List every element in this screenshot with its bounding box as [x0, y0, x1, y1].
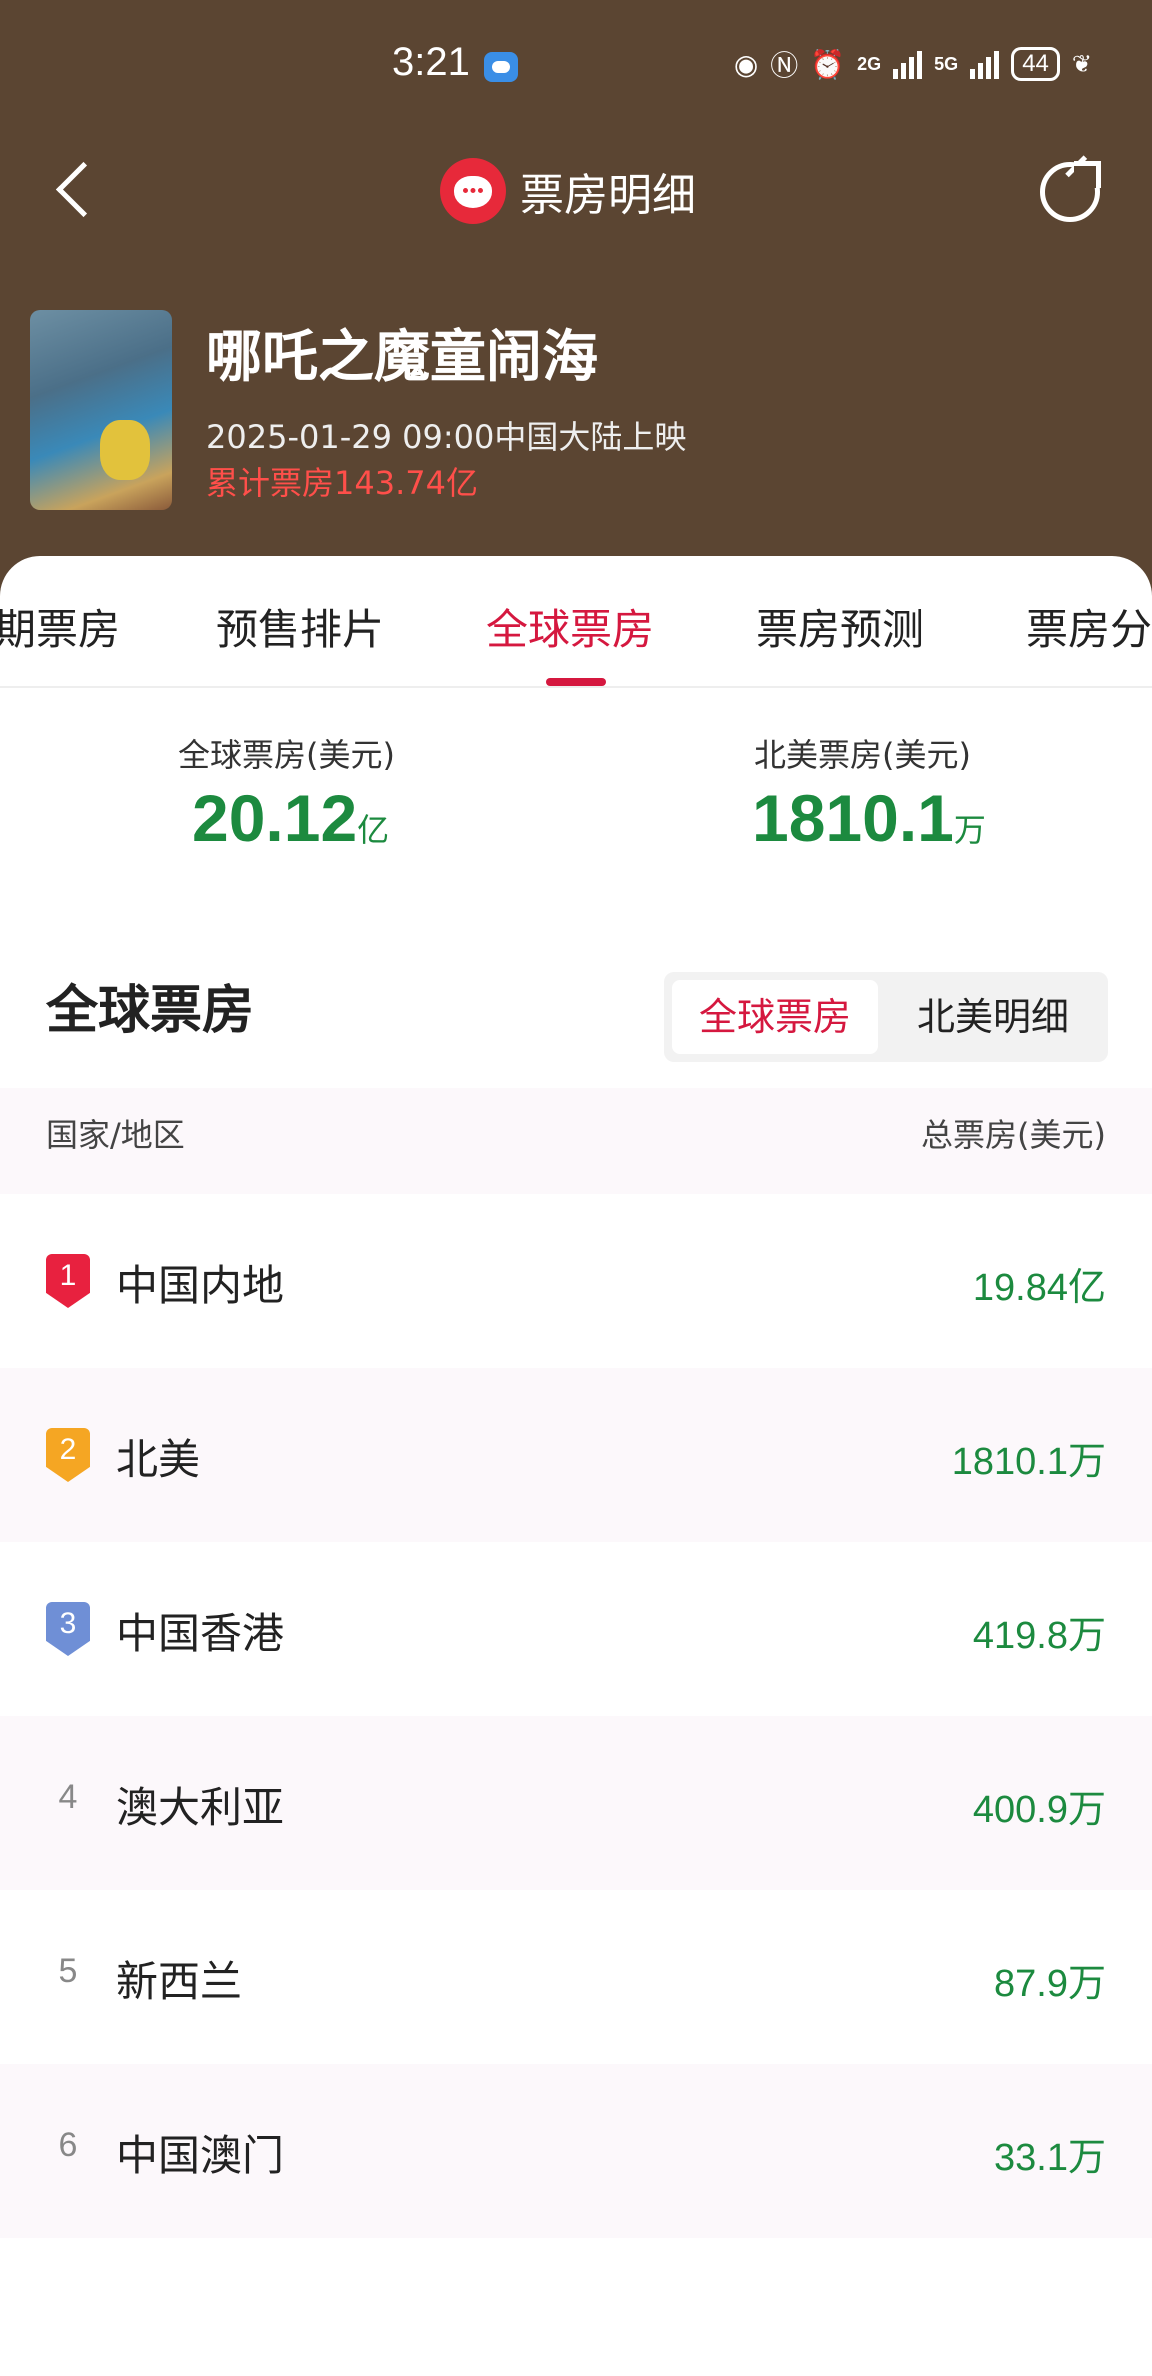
global-value-unit: 亿: [357, 812, 390, 848]
status-bar: 3:21 ◉ Ⓝ ⏰ 2G 5G 44 ❦: [0, 0, 1152, 130]
global-box-office-value: 20.12亿: [192, 780, 389, 856]
column-header-region: 国家/地区: [46, 1116, 185, 1154]
na-value-number: 1810.1: [752, 781, 954, 855]
status-time: 3:21: [392, 40, 470, 84]
signal-2g-label: 2G: [857, 54, 882, 74]
toggle-north-america-detail[interactable]: 北美明细: [886, 980, 1100, 1054]
country-name: 澳大利亚: [116, 1783, 285, 1832]
column-header-total: 总票房(美元): [921, 1116, 1106, 1154]
country-name: 中国澳门: [116, 2131, 285, 2180]
nfc-icon: Ⓝ: [770, 49, 799, 82]
country-name: 中国香港: [116, 1609, 285, 1658]
eye-icon: ◉: [733, 47, 759, 81]
tab-global-box-office[interactable]: 全球票房: [486, 596, 654, 657]
na-value-unit: 万: [953, 812, 986, 848]
table-row[interactable]: 3 中国香港 419.8万: [0, 1542, 1152, 1716]
nav-title-group: 票房明细: [440, 156, 696, 226]
view-toggle: 全球票房 北美明细: [664, 972, 1108, 1062]
rank-badge: 2: [46, 1428, 90, 1482]
rank-number: 5: [58, 1952, 78, 1990]
box-office-amount: 33.1万: [994, 2137, 1106, 2179]
table-row[interactable]: 1 中国内地 19.84亿: [0, 1194, 1152, 1368]
signal-icon: [893, 49, 923, 79]
tab-period-box-office[interactable]: 期票房: [0, 596, 120, 657]
release-date: 2025-01-29 09:00中国大陆上映: [206, 418, 687, 456]
box-office-amount: 400.9万: [972, 1789, 1106, 1831]
weather-icon: [484, 52, 518, 82]
country-name: 中国内地: [116, 1261, 285, 1310]
status-icons: ◉ Ⓝ ⏰ 2G 5G 44 ❦: [734, 44, 1092, 84]
box-office-amount: 419.8万: [972, 1615, 1106, 1657]
table-row[interactable]: 4 澳大利亚 400.9万: [0, 1716, 1152, 1890]
section-title: 全球票房: [46, 981, 255, 1041]
box-office-table: 1 中国内地 19.84亿 2 北美 1810.1万 3 中国香港 419.8万…: [0, 1194, 1152, 2238]
table-row[interactable]: 6 中国澳门 33.1万: [0, 2064, 1152, 2238]
table-row[interactable]: 5 新西兰 87.9万: [0, 1890, 1152, 2064]
table-row[interactable]: 2 北美 1810.1万: [0, 1368, 1152, 1542]
rank-number: 6: [58, 2126, 78, 2164]
box-office-amount: 19.84亿: [972, 1267, 1106, 1309]
movie-title: 哪吒之魔童闹海: [206, 325, 598, 390]
tab-analysis[interactable]: 票房分: [1026, 596, 1152, 657]
cumulative-box-office: 累计票房143.74亿: [206, 464, 478, 502]
signal-5g-label: 5G: [934, 54, 959, 74]
tab-forecast[interactable]: 票房预测: [756, 596, 924, 657]
movie-poster[interactable]: [30, 310, 172, 510]
north-america-value: 1810.1万: [752, 780, 986, 856]
rank-badge: 1: [46, 1254, 90, 1308]
back-button[interactable]: [50, 160, 94, 220]
country-name: 北美: [116, 1435, 201, 1484]
tab-bar: 期票房 预售排片 全球票房 票房预测 票房分: [0, 556, 1152, 688]
box-office-amount: 87.9万: [994, 1963, 1106, 2005]
active-tab-indicator: [546, 678, 606, 686]
global-value-number: 20.12: [192, 781, 358, 855]
rank-badge: 3: [46, 1602, 90, 1656]
box-office-amount: 1810.1万: [951, 1441, 1106, 1483]
country-name: 新西兰: [116, 1957, 243, 2006]
share-button[interactable]: [1040, 161, 1101, 222]
global-box-office-label: 全球票房(美元): [178, 736, 395, 774]
page-title: 票房明细: [520, 170, 696, 221]
rank-number: 4: [58, 1778, 78, 1816]
battery-icon: 44: [1011, 47, 1060, 81]
maoyan-cat-logo-icon: [440, 158, 506, 224]
signal-icon: [970, 49, 1000, 79]
north-america-label: 北美票房(美元): [754, 736, 971, 774]
tab-presale[interactable]: 预售排片: [216, 596, 384, 657]
table-header: 国家/地区 总票房(美元): [0, 1088, 1152, 1194]
toggle-global[interactable]: 全球票房: [672, 980, 878, 1054]
leaf-icon: ❦: [1071, 50, 1092, 78]
alarm-icon: ⏰: [810, 47, 846, 81]
